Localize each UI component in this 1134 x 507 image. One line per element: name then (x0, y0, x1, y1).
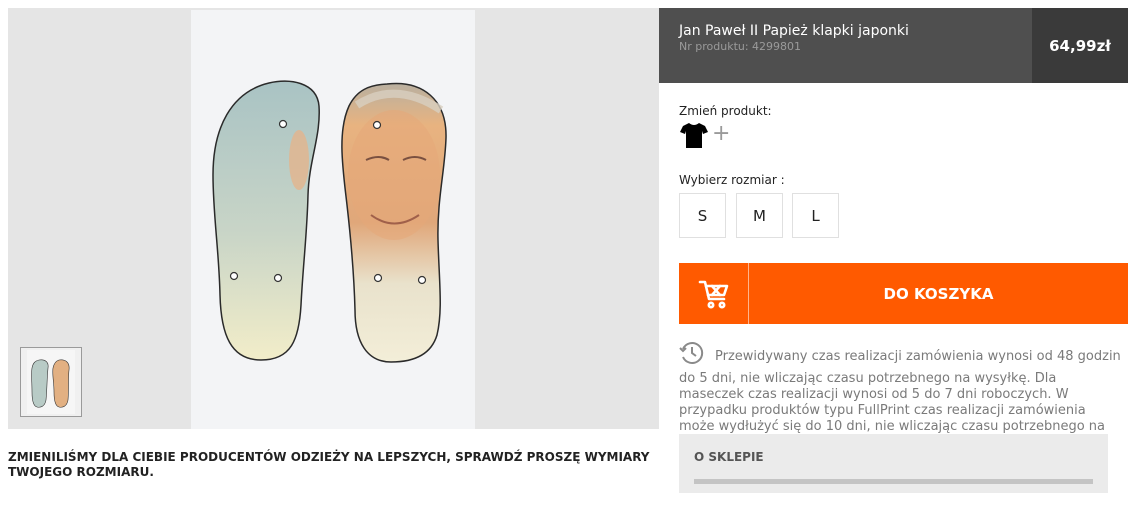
product-main-image[interactable] (191, 10, 475, 429)
product-thumbnail[interactable] (20, 347, 82, 417)
tshirt-icon[interactable] (679, 120, 709, 150)
product-title: Jan Paweł II Papież klapki japonki (679, 23, 909, 39)
size-option-m[interactable]: M (736, 193, 783, 238)
product-header: Jan Paweł II Papież klapki japonki Nr pr… (659, 8, 1128, 83)
product-title-block: Jan Paweł II Papież klapki japonki Nr pr… (679, 23, 1019, 53)
about-shop-title: O SKLEPIE (694, 450, 764, 464)
add-to-cart-label: DO KOSZYKA (883, 284, 994, 303)
add-to-cart-button[interactable]: DO KOSZYKA (679, 263, 1128, 324)
size-label: Wybierz rozmiar : (679, 173, 785, 187)
change-product-label: Zmień produkt: (679, 104, 772, 118)
about-shop-section[interactable]: O SKLEPIE (679, 434, 1108, 493)
size-option-l[interactable]: L (792, 193, 839, 238)
product-code: Nr produktu: 4299801 (679, 40, 802, 53)
size-option-s[interactable]: S (679, 193, 726, 238)
cart-icon (679, 263, 749, 324)
delivery-text: Przewidywany czas realizacji zamówienia … (679, 349, 1121, 434)
delivery-info: Przewidywany czas realizacji zamówienia … (679, 340, 1124, 435)
price-box: 64,99zł (1032, 8, 1128, 83)
add-product-icon[interactable]: + (712, 120, 730, 148)
about-divider (694, 479, 1093, 484)
sizing-notice: ZMIENILIŚMY DLA CIEBIE PRODUCENTÓW ODZIE… (8, 450, 650, 479)
clock-icon (679, 340, 705, 371)
product-gallery (8, 8, 659, 429)
product-price: 64,99zł (1049, 36, 1111, 55)
